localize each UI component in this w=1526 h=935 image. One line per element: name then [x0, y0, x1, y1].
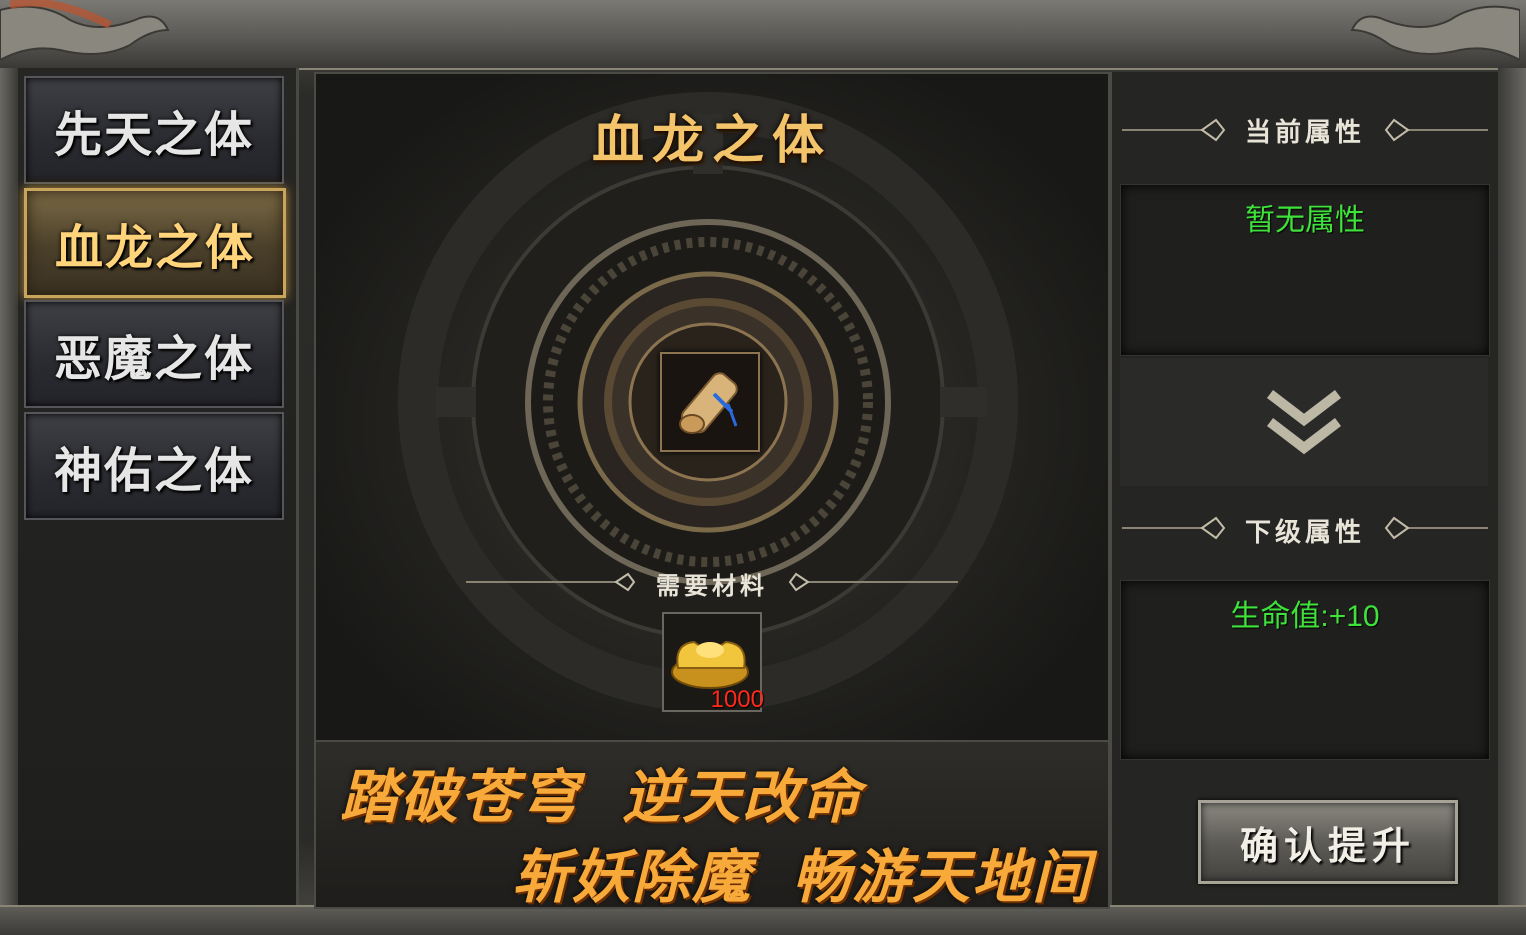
scroll-icon — [679, 372, 738, 434]
slogan-line1-b: 逆天改命 — [622, 763, 863, 831]
upgrade-panel: 血龙之体 需要材料 1000 — [314, 72, 1110, 744]
frame-top-border — [0, 0, 1526, 70]
material-slot[interactable]: 1000 — [662, 612, 764, 713]
material-count: 1000 — [710, 686, 764, 713]
next-attr-box: 生命值:+10 — [1120, 580, 1490, 760]
target-item-slot[interactable] — [660, 352, 760, 452]
double-chevron-down-icon — [1266, 390, 1342, 455]
slogan-banner: 踏破苍穹 逆天改命 斩妖除魔 畅游天地间 — [314, 740, 1110, 911]
tab-xuelong[interactable]: 血龙之体 — [24, 188, 286, 298]
material-label: 需要材料 — [656, 572, 768, 600]
frame-left-border — [0, 68, 18, 905]
next-attr-value: 生命值:+10 — [1230, 600, 1380, 633]
dragon-ornament-left-icon — [0, 0, 170, 62]
slogan-line2-a: 斩妖除魔 — [512, 843, 753, 911]
tab-emo[interactable]: 恶魔之体 — [24, 300, 284, 408]
dragon-ornament-right-icon — [1350, 5, 1520, 62]
tab-shenyou[interactable]: 神佑之体 — [24, 412, 284, 520]
attribute-panel: 当前属性 暂无属性 下级属性 生命值:+10 — [1110, 72, 1498, 905]
sidebar: 先天之体 血龙之体 恶魔之体 神佑之体 — [18, 68, 299, 905]
current-attr-value: 暂无属性 — [1245, 204, 1365, 237]
current-attr-box: 暂无属性 — [1120, 184, 1490, 356]
frame-right-border — [1498, 68, 1526, 905]
frame-bottom-border — [0, 905, 1526, 935]
confirm-upgrade-button[interactable]: 确认提升 — [1198, 800, 1458, 884]
current-attr-label: 当前属性 — [1244, 118, 1365, 148]
arrow-zone — [1120, 358, 1488, 486]
page-title: 血龙之体 — [591, 110, 832, 171]
slogan-line1-a: 踏破苍穹 — [340, 763, 581, 831]
slogan-line2-b: 畅游天地间 — [792, 843, 1093, 911]
next-attr-label: 下级属性 — [1244, 518, 1365, 548]
tab-xiantian[interactable]: 先天之体 — [24, 76, 284, 184]
